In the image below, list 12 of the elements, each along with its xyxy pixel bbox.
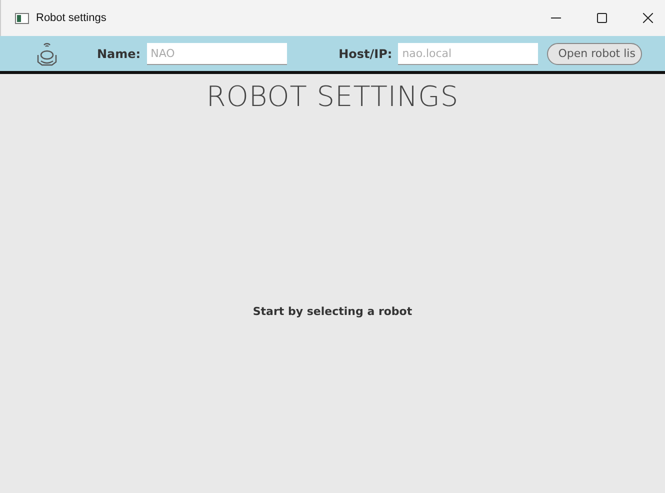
page-heading: ROBOT SETTINGS (206, 80, 459, 113)
host-field[interactable]: nao.local (398, 42, 538, 64)
app-icon (15, 12, 29, 24)
host-label: Host/IP: (338, 46, 392, 60)
robot-icon[interactable] (35, 40, 59, 66)
maximize-icon[interactable] (597, 13, 607, 23)
window-title: Robot settings (36, 12, 106, 24)
close-icon[interactable] (643, 13, 653, 23)
open-robot-list-button[interactable]: Open robot lis (547, 42, 642, 64)
name-label: Name: (97, 46, 141, 60)
empty-message: Start by selecting a robot (252, 305, 412, 318)
name-field[interactable]: NAO (146, 42, 287, 64)
